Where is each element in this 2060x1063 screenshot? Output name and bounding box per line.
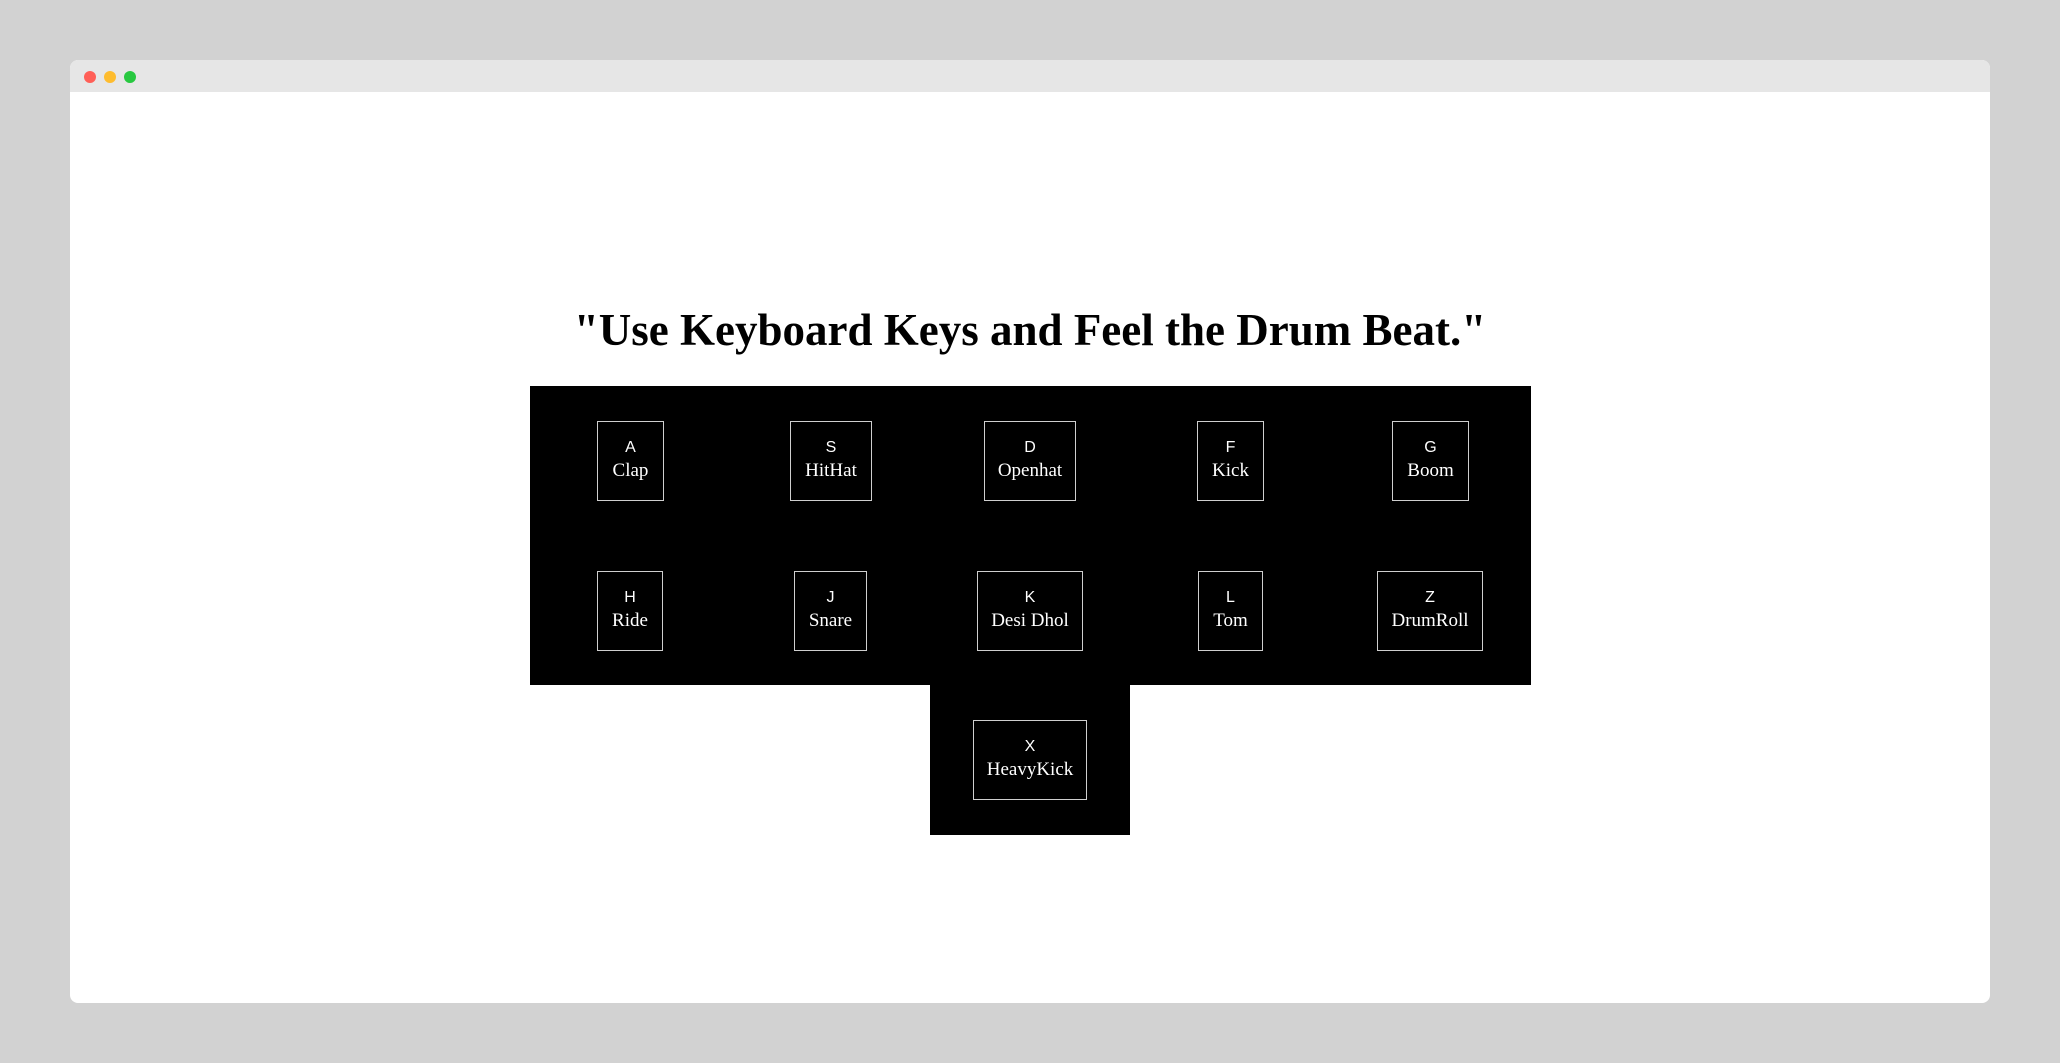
- drum-key-z[interactable]: Z DrumRoll: [1377, 571, 1483, 651]
- key-letter: D: [1024, 439, 1036, 456]
- browser-window: "Use Keyboard Keys and Feel the Drum Bea…: [70, 60, 1990, 1003]
- page-heading: "Use Keyboard Keys and Feel the Drum Bea…: [573, 305, 1487, 355]
- close-window-button[interactable]: [84, 71, 96, 83]
- sound-label: Desi Dhol: [991, 610, 1069, 631]
- key-letter: H: [624, 589, 636, 606]
- drum-key-s[interactable]: S HitHat: [790, 421, 872, 501]
- drum-key-x[interactable]: X HeavyKick: [973, 720, 1087, 800]
- drum-panel-extension: X HeavyKick: [930, 685, 1130, 835]
- maximize-window-button[interactable]: [124, 71, 136, 83]
- sound-label: Ride: [612, 610, 648, 631]
- key-letter: G: [1424, 439, 1437, 456]
- key-letter: L: [1226, 589, 1235, 606]
- window-titlebar: [70, 60, 1990, 92]
- key-letter: Z: [1425, 589, 1435, 606]
- drum-key-j[interactable]: J Snare: [794, 571, 867, 651]
- drum-key-f[interactable]: F Kick: [1197, 421, 1264, 501]
- key-letter: S: [825, 439, 837, 456]
- drum-key-l[interactable]: L Tom: [1198, 571, 1263, 651]
- sound-label: HitHat: [805, 460, 857, 481]
- drum-key-d[interactable]: D Openhat: [984, 421, 1076, 501]
- key-letter: J: [826, 589, 835, 606]
- minimize-window-button[interactable]: [104, 71, 116, 83]
- drum-key-h[interactable]: H Ride: [597, 571, 663, 651]
- drum-key-k[interactable]: K Desi Dhol: [977, 571, 1083, 651]
- drum-panel: A Clap S HitHat D Openhat F Kick G Boom …: [530, 386, 1531, 685]
- key-letter: K: [1024, 589, 1036, 606]
- key-letter: X: [1024, 738, 1036, 755]
- sound-label: Boom: [1407, 460, 1454, 481]
- sound-label: Tom: [1213, 610, 1248, 631]
- drum-key-g[interactable]: G Boom: [1392, 421, 1469, 501]
- sound-label: Kick: [1212, 460, 1249, 481]
- sound-label: Snare: [808, 610, 853, 631]
- key-letter: F: [1225, 439, 1236, 456]
- sound-label: Clap: [612, 460, 649, 481]
- key-letter: A: [625, 439, 636, 456]
- sound-label: HeavyKick: [986, 759, 1074, 780]
- sound-label: DrumRoll: [1391, 610, 1469, 631]
- sound-label: Openhat: [997, 460, 1063, 481]
- drum-key-a[interactable]: A Clap: [597, 421, 664, 501]
